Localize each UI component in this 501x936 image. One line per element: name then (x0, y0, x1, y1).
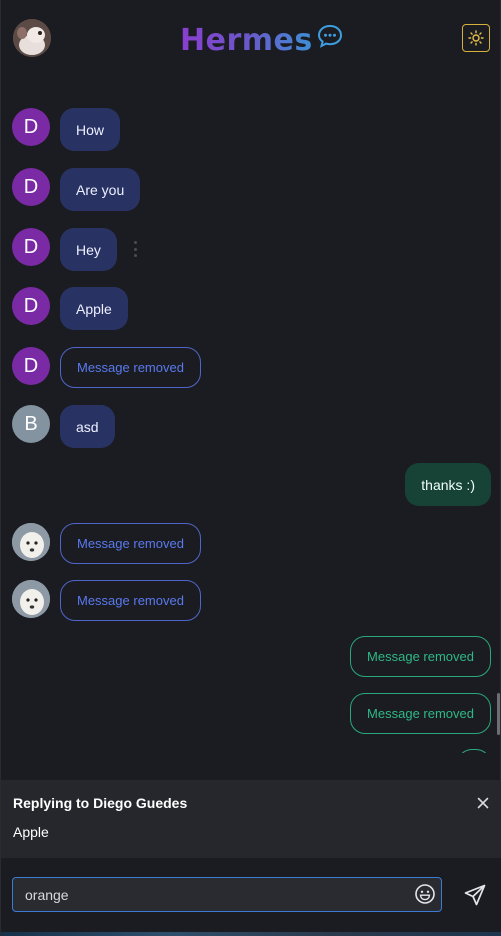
message-list[interactable]: D How D Are you D Hey D Apple D Message … (1, 78, 501, 753)
sender-avatar[interactable]: D (12, 287, 50, 325)
reply-panel: Replying to Diego Guedes Apple (1, 780, 501, 858)
sender-avatar[interactable]: B (12, 405, 50, 443)
message-bubble[interactable]: Are you (60, 168, 141, 211)
removed-message-bubble[interactable]: Message removed (60, 580, 201, 621)
reply-quoted-text: Apple (13, 824, 49, 840)
header: Hermes (1, 0, 501, 78)
app-logo: Hermes (180, 20, 343, 60)
message-bubble[interactable]: Hey (60, 228, 117, 271)
message-input-container (12, 877, 442, 912)
own-removed-message-bubble[interactable]: Message removed (350, 693, 491, 734)
sender-avatar[interactable] (12, 580, 50, 618)
brand-name: Hermes (180, 22, 313, 58)
own-removed-message-bubble[interactable]: Message removed (350, 636, 491, 677)
message-options-icon[interactable] (133, 241, 137, 257)
send-icon[interactable] (463, 883, 487, 907)
reply-title: Replying to Diego Guedes (13, 795, 188, 811)
close-icon[interactable] (475, 795, 491, 811)
theme-toggle-button[interactable] (462, 24, 490, 52)
sender-avatar[interactable]: D (12, 108, 50, 146)
message-bubble[interactable]: Apple (60, 287, 128, 330)
sender-avatar[interactable]: D (12, 347, 50, 385)
window-edge (1, 932, 501, 936)
sender-avatar[interactable] (12, 523, 50, 561)
chat-bubble-icon (317, 24, 342, 48)
message-input[interactable] (25, 878, 405, 911)
own-message-bubble[interactable]: thanks :) (405, 463, 491, 506)
sun-icon (468, 30, 484, 46)
chat-app: Hermes D How D Are you D Hey D Apple D M… (0, 0, 501, 936)
scrollbar-thumb[interactable] (497, 693, 500, 735)
removed-message-bubble[interactable]: Message removed (60, 523, 201, 564)
sender-avatar[interactable]: D (12, 228, 50, 266)
message-bubble[interactable]: How (60, 108, 121, 151)
user-avatar[interactable] (13, 19, 51, 57)
sender-avatar[interactable]: D (12, 168, 50, 206)
message-bubble[interactable]: asd (60, 405, 115, 448)
removed-message-bubble[interactable]: Message removed (60, 347, 201, 388)
emoji-icon[interactable] (414, 883, 436, 905)
composer (1, 858, 501, 932)
own-removed-message-bubble[interactable] (457, 749, 491, 753)
